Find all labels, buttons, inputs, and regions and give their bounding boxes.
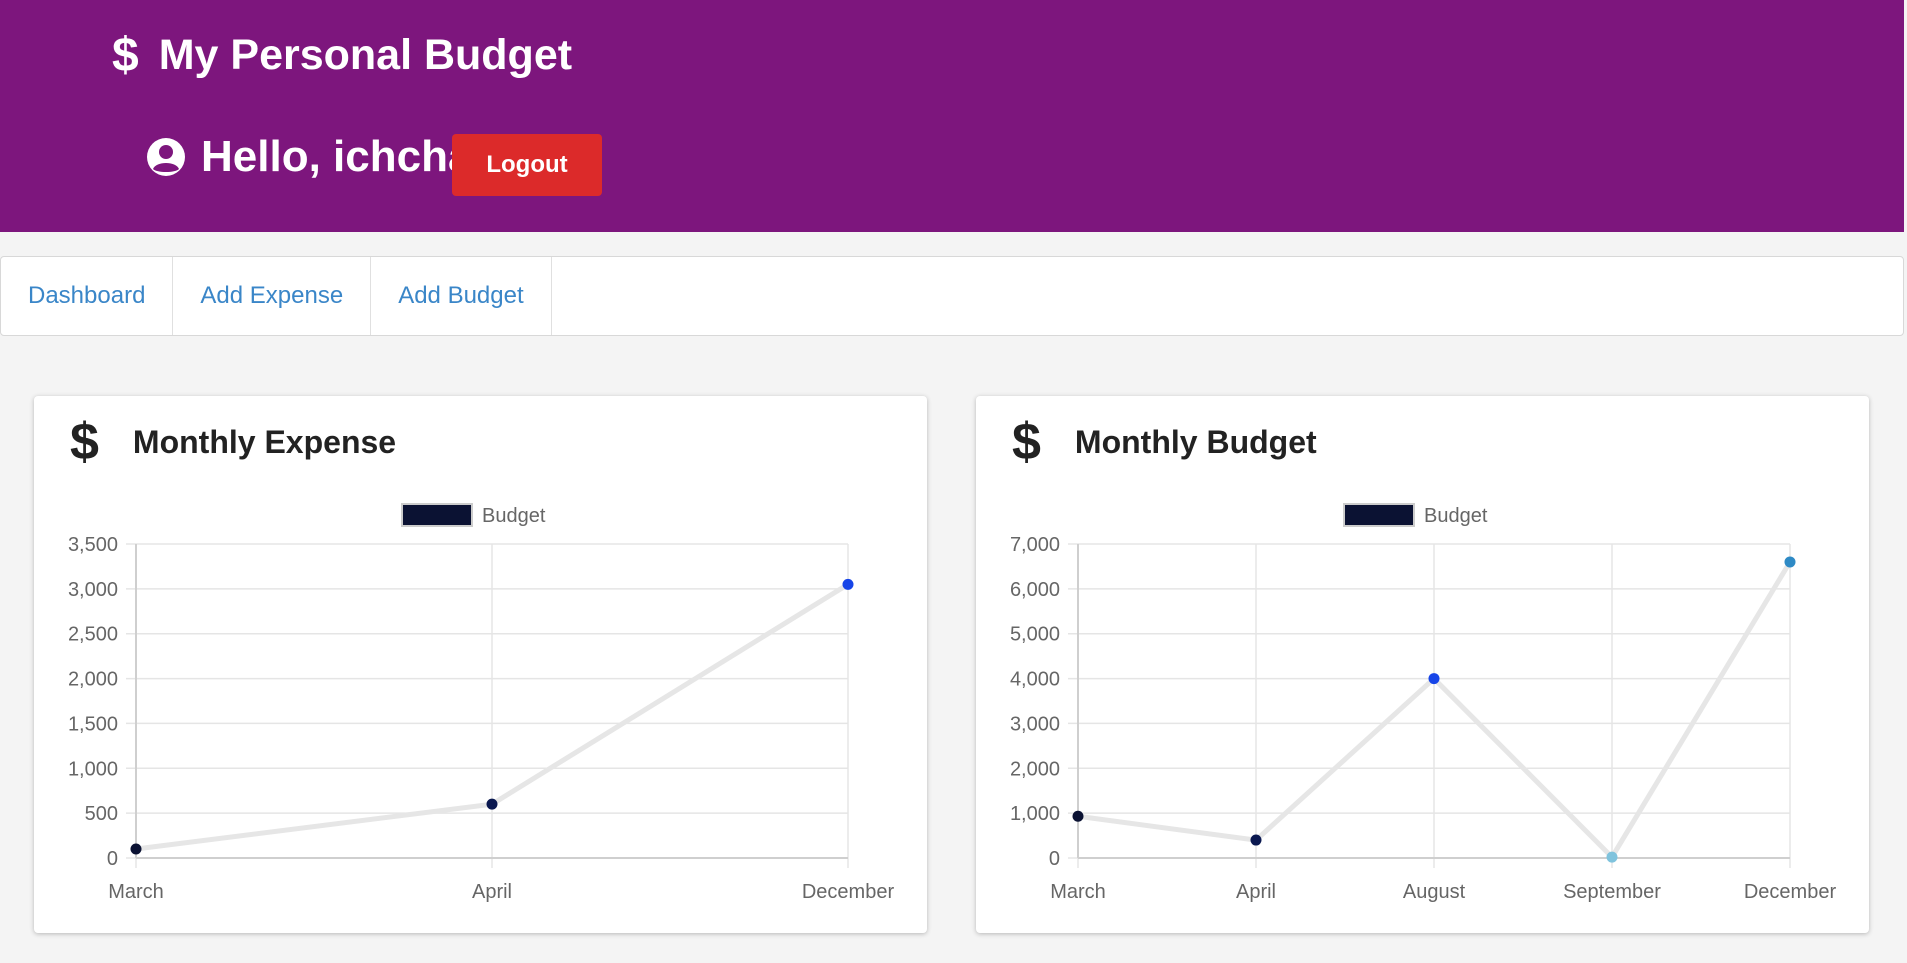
dollar-icon: $	[112, 29, 139, 82]
main-nav: Dashboard Add Expense Add Budget	[0, 256, 1904, 336]
legend-label: Budget	[1424, 505, 1488, 527]
y-tick-label: 500	[85, 803, 118, 825]
y-tick-label: 2,000	[1010, 758, 1060, 780]
monthly-expense-card: $ Monthly Expense Budget 0 500 1,000 1,500 2,…	[34, 396, 927, 933]
data-point	[1784, 556, 1796, 568]
monthly-expense-chart: Budget 0 500 1,000 1,500 2,000 2,500 3,000 3,500…	[68, 503, 895, 903]
y-tick-label: 6,000	[1010, 579, 1060, 601]
user-circle-icon	[147, 138, 185, 176]
greeting-text: Hello, ichcha!	[201, 132, 488, 181]
nav-add-budget[interactable]: Add Budget	[371, 257, 552, 335]
x-tick-label: April	[472, 881, 512, 903]
x-tick-label: April	[1236, 881, 1276, 903]
logout-button[interactable]: Logout	[452, 134, 602, 196]
y-tick-label: 0	[1049, 848, 1060, 870]
x-tick-label: August	[1403, 881, 1466, 903]
data-point	[486, 798, 498, 810]
x-tick-label: December	[1744, 881, 1837, 903]
nav-dashboard[interactable]: Dashboard	[1, 257, 174, 335]
data-point	[1072, 810, 1084, 822]
y-tick-label: 3,000	[1010, 713, 1060, 735]
user-greeting: Hello, ichcha!	[145, 132, 487, 182]
y-tick-label: 1,000	[1010, 803, 1060, 825]
y-tick-label: 4,000	[1010, 669, 1060, 691]
x-tick-label: September	[1563, 881, 1661, 903]
data-point	[130, 843, 142, 855]
y-tick-label: 7,000	[1010, 534, 1060, 556]
y-tick-label: 3,000	[68, 579, 118, 601]
data-point	[1428, 673, 1440, 685]
app-header: $ My Personal Budget Hello, ichcha! Logo…	[0, 0, 1904, 232]
data-point	[842, 578, 854, 590]
monthly-budget-chart: Budget 0 1,000 2,000 3,000 4,000 5,000 6,000 7,0…	[1010, 503, 1837, 903]
x-tick-label: March	[108, 881, 164, 903]
y-tick-label: 5,000	[1010, 624, 1060, 646]
x-tick-label: March	[1050, 881, 1106, 903]
x-tick-label: December	[802, 881, 895, 903]
app-brand: $ My Personal Budget	[112, 28, 572, 83]
legend-swatch	[401, 503, 473, 527]
app-title: My Personal Budget	[158, 31, 573, 79]
nav-add-expense[interactable]: Add Expense	[173, 257, 372, 335]
y-tick-label: 3,500	[68, 534, 118, 556]
y-tick-label: 0	[107, 848, 118, 870]
data-point	[1606, 851, 1618, 863]
y-tick-label: 1,000	[68, 758, 118, 780]
y-tick-label: 2,500	[68, 624, 118, 646]
data-point	[1250, 834, 1262, 846]
legend-swatch	[1343, 503, 1415, 527]
monthly-budget-card: $ Monthly Budget Budget 0 1,000 2,000 3,000 4…	[976, 396, 1869, 933]
y-tick-label: 1,500	[68, 713, 118, 735]
y-tick-label: 2,000	[68, 669, 118, 691]
legend-label: Budget	[482, 505, 546, 527]
